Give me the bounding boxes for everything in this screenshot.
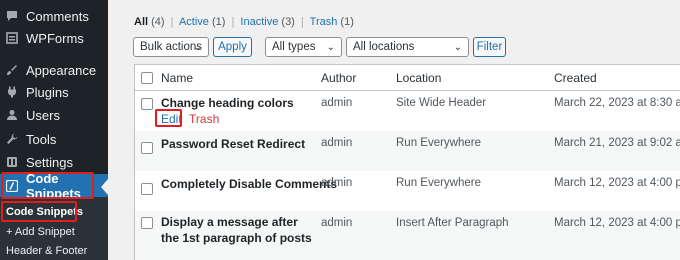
snippet-location: Site Wide Header — [396, 97, 487, 109]
snippet-title[interactable]: Display a message after the 1st paragrap… — [161, 214, 313, 246]
column-name[interactable]: Name — [161, 71, 193, 85]
row-checkbox[interactable] — [141, 217, 153, 229]
filter-inactive[interactable]: Inactive (3) — [240, 16, 294, 28]
snippet-location: Run Everywhere — [396, 177, 482, 189]
snippet-title[interactable]: Password Reset Redirect — [161, 136, 305, 152]
plug-icon — [6, 86, 18, 98]
speech-bubble-icon — [6, 10, 18, 22]
column-created[interactable]: Created — [554, 71, 597, 85]
highlight-box-submenu — [1, 201, 77, 222]
select-all-checkbox[interactable] — [141, 72, 153, 84]
column-author: Author — [321, 71, 357, 85]
sidebar-item-appearance[interactable]: Appearance — [0, 58, 108, 82]
snippet-created: March 12, 2023 at 4:00 pm — [554, 217, 680, 229]
sidebar-item-label: Plugins — [26, 84, 69, 100]
snippet-author: admin — [321, 97, 353, 109]
table-row: Change heading colors admin Site Wide He… — [135, 91, 680, 131]
row-checkbox[interactable] — [141, 183, 153, 195]
admin-sidebar: Comments WPForms Appearance Plugins User… — [0, 0, 108, 260]
user-icon — [6, 109, 18, 121]
sidebar-item-label: Users — [26, 107, 60, 123]
apply-button[interactable]: Apply — [213, 37, 252, 57]
snippet-title[interactable]: Completely Disable Comments — [161, 176, 337, 192]
trash-link[interactable]: Trash — [189, 112, 219, 126]
paintbrush-icon — [6, 64, 18, 76]
highlight-box-edit — [155, 109, 182, 127]
main-content: All (4) | Active (1) | Inactive (3) | Tr… — [108, 0, 680, 260]
snippet-author: admin — [321, 177, 353, 189]
snippets-table: Name Author Location Created Change head… — [134, 64, 680, 260]
sidebar-item-label: Tools — [26, 131, 57, 147]
sidebar-item-label: Comments — [26, 8, 89, 24]
sidebar-item-label: Appearance — [26, 62, 97, 78]
locations-select[interactable]: All locations ⌄ — [346, 37, 469, 57]
table-header: Name Author Location Created — [135, 65, 680, 91]
filter-all[interactable]: All (4) — [134, 16, 165, 28]
row-checkbox[interactable] — [141, 98, 153, 110]
chevron-down-icon: ⌄ — [193, 42, 202, 53]
chevron-down-icon: ⌄ — [453, 42, 462, 53]
form-icon — [6, 32, 18, 44]
chevron-down-icon: ⌄ — [326, 42, 335, 53]
bulk-actions-select[interactable]: Bulk actions ⌄ — [133, 37, 209, 57]
sidebar-item-comments[interactable]: Comments — [0, 4, 108, 28]
wrench-icon — [6, 133, 18, 145]
table-row: Password Reset Redirect admin Run Everyw… — [135, 131, 680, 171]
sidebar-item-plugins[interactable]: Plugins — [0, 80, 108, 104]
snippet-location: Insert After Paragraph — [396, 217, 509, 229]
snippet-location: Run Everywhere — [396, 137, 482, 149]
snippet-created: March 21, 2023 at 9:02 am — [554, 137, 680, 149]
sidebar-item-label: Settings — [26, 154, 73, 170]
sidebar-item-users[interactable]: Users — [0, 103, 108, 127]
table-row: Completely Disable Comments admin Run Ev… — [135, 171, 680, 211]
snippet-author: admin — [321, 137, 353, 149]
types-select[interactable]: All types ⌄ — [265, 37, 342, 57]
column-location: Location — [396, 71, 442, 85]
current-menu-arrow — [101, 179, 108, 195]
row-checkbox[interactable] — [141, 142, 153, 154]
snippet-created: March 22, 2023 at 8:30 am — [554, 97, 680, 109]
table-row: Display a message after the 1st paragrap… — [135, 211, 680, 260]
status-filter-links: All (4) | Active (1) | Inactive (3) | Tr… — [134, 16, 354, 28]
filter-trash[interactable]: Trash (1) — [310, 16, 354, 28]
sidebar-item-tools[interactable]: Tools — [0, 127, 108, 151]
filter-button[interactable]: Filter — [473, 37, 506, 57]
highlight-box-menu — [1, 172, 94, 199]
settings-icon — [6, 156, 18, 168]
sidebar-item-label: WPForms — [26, 30, 84, 46]
snippet-created: March 12, 2023 at 4:00 pm — [554, 177, 680, 189]
sidebar-item-wpforms[interactable]: WPForms — [0, 26, 108, 50]
snippet-author: admin — [321, 217, 353, 229]
submenu-item-add-snippet[interactable]: + Add Snippet — [6, 226, 75, 238]
filter-active[interactable]: Active (1) — [179, 16, 225, 28]
submenu-item-header-footer[interactable]: Header & Footer — [6, 245, 87, 257]
